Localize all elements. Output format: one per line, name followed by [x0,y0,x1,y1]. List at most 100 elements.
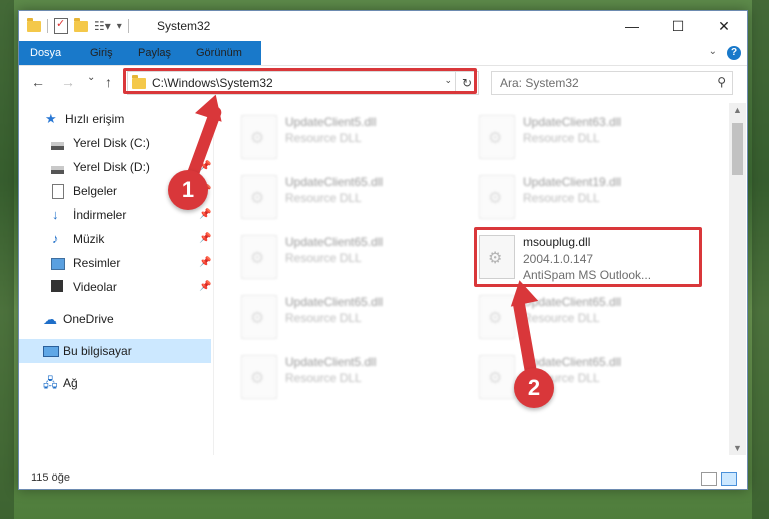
item-count: 115 öğe [31,472,70,484]
tab-view[interactable]: Görünüm [185,44,253,62]
dll-file-icon [241,295,277,339]
list-item[interactable]: UpdateClient65.dll Resource DLL [235,233,455,283]
disk-icon [51,166,64,174]
background-tree [752,0,769,519]
list-item[interactable]: UpdateClient65.dll Resource DLL [235,173,455,223]
file-description: Resource DLL [285,251,362,265]
status-bar: 115 öğe [19,467,747,489]
list-item[interactable]: UpdateClient63.dll Resource DLL [473,113,693,163]
dll-file-icon [241,235,277,279]
address-highlight-box [123,68,477,94]
scroll-up-icon[interactable]: ▲ [729,105,746,115]
dll-file-icon [479,115,515,159]
customize-toolbar-icon[interactable]: ▾ [117,21,122,32]
sidebar-item-label: Belgeler [73,184,118,198]
close-button[interactable]: ✕ [701,11,747,41]
document-icon [52,184,64,199]
sidebar-item-label: Yerel Disk (D:) [73,160,150,174]
list-item[interactable]: UpdateClient65.dll Resource DLL [473,353,693,403]
cloud-icon: ☁ [43,311,57,327]
dll-file-icon [241,355,277,399]
sidebar-item-label: Müzik [73,232,105,246]
sidebar-item-quick-access[interactable]: ★ Hızlı erişim [19,107,211,131]
details-view-icon[interactable] [701,472,717,486]
scroll-down-icon[interactable]: ▼ [729,443,746,453]
separator [127,19,129,33]
pin-icon: 📌 [199,209,212,220]
view-icon[interactable]: ☷▾ [94,19,111,33]
navigation-bar: ← → ⌄ ↑ C:\Windows\System32 ⌄ ↻ Ara: Sys… [19,66,747,98]
file-name: UpdateClient65.dll [285,235,384,249]
file-description: Resource DLL [285,191,362,205]
scrollbar-thumb[interactable] [732,123,743,175]
ribbon-tabs: Dosya Giriş Paylaş Görünüm ⌄ ? [19,41,747,66]
list-item[interactable]: UpdateClient19.dll Resource DLL [473,173,693,223]
computer-icon [43,346,59,357]
separator [47,19,48,33]
search-box[interactable]: Ara: System32 ⚲ [491,71,733,95]
disk-icon [51,142,64,150]
search-icon[interactable]: ⚲ [717,75,726,89]
videos-icon [51,280,63,292]
back-button[interactable]: ← [31,74,45,90]
sidebar-item-onedrive[interactable]: ☁ OneDrive [19,307,211,331]
dll-file-icon [241,115,277,159]
file-name: UpdateClient63.dll [523,115,622,129]
music-icon: ♪ [52,231,59,246]
sidebar-item-disk-c[interactable]: Yerel Disk (C:) 📌 [19,131,211,155]
vertical-scrollbar[interactable]: ▲ ▼ [729,103,746,455]
sidebar-item-label: OneDrive [63,312,114,326]
explorer-window: ☷▾ ▾ System32 — ☐ ✕ Dosya Giriş Paylaş G… [18,10,748,490]
expand-ribbon-icon[interactable]: ⌄ [709,46,717,57]
recent-locations-button[interactable]: ⌄ [87,72,95,83]
tab-home[interactable]: Giriş [79,44,124,62]
dll-file-icon [479,355,515,399]
sidebar-item-network[interactable]: 🖧 Ağ [19,371,211,395]
title-bar: ☷▾ ▾ System32 — ☐ ✕ [19,11,747,41]
pin-icon: 📌 [199,233,212,244]
callout-badge-2: 2 [514,368,554,408]
file-name: UpdateClient65.dll [285,175,384,189]
sidebar-item-label: Ağ [63,376,78,390]
file-name: UpdateClient5.dll [285,115,377,129]
pin-icon: 📌 [199,257,212,268]
sidebar-item-label: Videolar [73,280,117,294]
sidebar-item-label: Resimler [73,256,121,270]
large-icons-view-icon[interactable] [721,472,737,486]
tab-share[interactable]: Paylaş [127,44,182,62]
file-description: Resource DLL [285,131,362,145]
pictures-icon [51,258,65,270]
dll-file-icon [479,175,515,219]
help-icon[interactable]: ? [727,46,741,60]
file-description: Resource DLL [285,311,362,325]
minimize-button[interactable]: — [609,11,655,41]
star-icon: ★ [45,111,57,126]
window-title: System32 [157,19,211,33]
file-description: Resource DLL [523,131,600,145]
sidebar-item-label: Yerel Disk (C:) [73,136,150,150]
list-item[interactable]: UpdateClient5.dll Resource DLL [235,113,455,163]
list-item[interactable]: UpdateClient5.dll Resource DLL [235,353,455,403]
list-item[interactable]: UpdateClient65.dll Resource DLL [235,293,455,343]
search-placeholder[interactable]: Ara: System32 [500,76,579,90]
file-name: UpdateClient65.dll [523,355,622,369]
file-description: Resource DLL [523,311,600,325]
properties-icon[interactable] [54,17,68,34]
sidebar-item-label: Bu bilgisayar [63,344,132,358]
file-description: Resource DLL [523,191,600,205]
sidebar-item-music[interactable]: ♪ Müzik 📌 [19,227,211,251]
quick-access-toolbar: ☷▾ ▾ [27,17,129,34]
up-button[interactable]: ↑ [105,74,112,90]
file-highlight-box [474,227,702,287]
forward-button[interactable]: → [61,74,75,90]
sidebar-item-pictures[interactable]: Resimler 📌 [19,251,211,275]
sidebar-item-this-pc[interactable]: Bu bilgisayar [19,339,211,363]
sidebar-item-videos[interactable]: Videolar 📌 [19,275,211,299]
navigation-pane: ★ Hızlı erişim Yerel Disk (C:) 📌 Yerel D… [19,103,214,455]
download-icon: ↓ [52,207,59,222]
folder-icon[interactable] [27,17,41,32]
new-folder-icon[interactable] [74,17,88,32]
maximize-button[interactable]: ☐ [655,11,701,41]
file-name: UpdateClient65.dll [285,295,384,309]
list-item[interactable]: UpdateClient65.dll Resource DLL [473,293,693,343]
